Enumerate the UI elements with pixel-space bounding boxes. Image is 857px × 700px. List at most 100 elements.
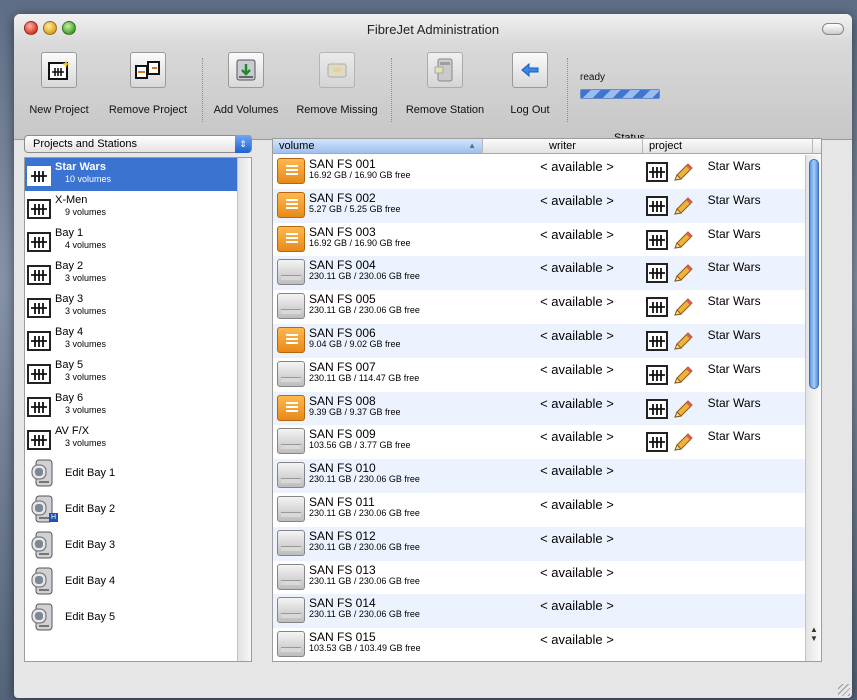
table-row[interactable]: SAN FS 005 230.11 GB / 230.06 GB free < av… bbox=[273, 290, 805, 324]
project-icon bbox=[27, 199, 51, 219]
toolbar-toggle-button[interactable] bbox=[822, 23, 844, 35]
station-list: Edit Bay 1 H Edit Bay 2 Edit Bay 3 Edit Bay … bbox=[25, 455, 251, 635]
pencil-icon[interactable] bbox=[672, 298, 694, 323]
table-row[interactable]: SAN FS 013 230.11 GB / 230.06 GB free < av… bbox=[273, 561, 805, 595]
volume-cell: SAN FS 005 230.11 GB / 230.06 GB free bbox=[273, 290, 512, 324]
sidebar-project-item[interactable]: Bay 23 volumes bbox=[25, 257, 251, 290]
project-cell: Star Wars bbox=[642, 358, 805, 392]
chevron-updown-icon: ⇕ bbox=[235, 135, 251, 153]
resize-grip[interactable] bbox=[838, 684, 850, 696]
project-volume-count: 3 volumes bbox=[65, 372, 107, 382]
disk-volume-icon bbox=[277, 631, 305, 658]
pencil-icon[interactable] bbox=[672, 332, 694, 357]
sort-ascending-icon: ▲ bbox=[468, 141, 476, 150]
table-body: SAN FS 001 16.92 GB / 16.90 GB free < avai… bbox=[273, 155, 805, 661]
table-row[interactable]: SAN FS 007 230.11 GB / 114.47 GB free < av… bbox=[273, 358, 805, 392]
column-header-writer[interactable]: writer bbox=[483, 139, 643, 153]
project-volume-count: 3 volumes bbox=[65, 339, 107, 349]
disk-volume-icon bbox=[277, 597, 305, 624]
column-header-volume[interactable]: volume ▲ bbox=[273, 139, 483, 153]
toolbar: New Project Remove Project Add Volumes R… bbox=[14, 44, 852, 144]
pencil-icon[interactable] bbox=[672, 366, 694, 391]
project-name: X-Men bbox=[55, 194, 88, 206]
table-row[interactable]: SAN FS 001 16.92 GB / 16.90 GB free < avai… bbox=[273, 155, 805, 189]
sidebar-project-item[interactable]: Bay 33 volumes bbox=[25, 290, 251, 323]
table-row[interactable]: SAN FS 014 230.11 GB / 230.06 GB free < av… bbox=[273, 594, 805, 629]
volume-cell: SAN FS 013 230.11 GB / 230.06 GB free bbox=[273, 561, 512, 595]
pencil-icon[interactable] bbox=[672, 163, 694, 188]
sidebar-project-item[interactable]: Bay 43 volumes bbox=[25, 323, 251, 356]
volume-capacity: 230.11 GB / 230.06 GB free bbox=[309, 474, 420, 485]
project-cell: Star Wars bbox=[642, 290, 805, 324]
sidebar-station-item[interactable]: Edit Bay 3 bbox=[25, 527, 251, 563]
sidebar-project-item[interactable]: X-Men 9 volumes bbox=[25, 191, 251, 224]
sidebar-station-item[interactable]: Edit Bay 5 bbox=[25, 599, 251, 635]
table-row[interactable]: SAN FS 006 9.04 GB / 9.02 GB free < availa… bbox=[273, 323, 805, 358]
disk-volume-icon bbox=[277, 293, 305, 320]
remove-project-button[interactable]: Remove Project bbox=[102, 52, 194, 116]
project-volume-count: 9 volumes bbox=[65, 207, 107, 217]
column-header-project[interactable]: project bbox=[643, 139, 813, 153]
table-row[interactable]: SAN FS 004 230.11 GB / 230.06 GB free < av… bbox=[273, 256, 805, 291]
new-project-button[interactable]: New Project bbox=[14, 52, 104, 116]
remove-missing-button[interactable]: Remove Missing bbox=[289, 52, 385, 116]
volume-cell: SAN FS 001 16.92 GB / 16.90 GB free bbox=[273, 155, 512, 189]
project-volume-count: 3 volumes bbox=[65, 306, 107, 316]
pencil-icon[interactable] bbox=[672, 197, 694, 222]
table-row[interactable]: SAN FS 002 5.27 GB / 5.25 GB free < availa… bbox=[273, 188, 805, 223]
sidebar-station-item[interactable]: H Edit Bay 2 bbox=[25, 491, 251, 527]
station-name: Edit Bay 5 bbox=[65, 611, 116, 623]
view-popup[interactable]: Projects and Stations ⇕ bbox=[24, 135, 252, 153]
volume-name: SAN FS 003 bbox=[309, 224, 376, 239]
table-row[interactable]: SAN FS 011 230.11 GB / 230.06 GB free < av… bbox=[273, 493, 805, 527]
remove-station-icon bbox=[427, 52, 463, 88]
pencil-icon[interactable] bbox=[672, 230, 694, 256]
sidebar-scrollbar[interactable] bbox=[237, 158, 251, 661]
add-volumes-button[interactable]: Add Volumes bbox=[207, 52, 285, 116]
project-cell bbox=[642, 459, 805, 493]
sidebar: Projects and Stations ⇕ Star Wars 10 volu… bbox=[24, 135, 252, 662]
table-scrollbar[interactable]: ▲ ▼ bbox=[805, 155, 821, 661]
volume-name: SAN FS 010 bbox=[309, 461, 376, 476]
remove-missing-label: Remove Missing bbox=[296, 104, 378, 116]
row-project-name: Star Wars bbox=[707, 226, 761, 241]
disk-volume-icon bbox=[277, 191, 305, 218]
table-row[interactable]: SAN FS 008 9.39 GB / 9.37 GB free < availa… bbox=[273, 391, 805, 426]
log-out-button[interactable]: Log Out bbox=[500, 52, 560, 116]
volume-name: SAN FS 006 bbox=[309, 325, 376, 340]
project-name: Bay 2 bbox=[55, 260, 84, 272]
volume-name: SAN FS 012 bbox=[309, 528, 376, 543]
scrollbar-thumb[interactable] bbox=[809, 159, 819, 389]
sidebar-station-item[interactable]: Edit Bay 1 bbox=[25, 455, 251, 491]
project-volume-count: 10 volumes bbox=[65, 174, 112, 184]
sidebar-project-item[interactable]: Bay 53 volumes bbox=[25, 356, 251, 389]
scroll-arrows[interactable]: ▲ ▼ bbox=[808, 625, 820, 643]
sidebar-station-item[interactable]: Edit Bay 4 bbox=[25, 563, 251, 599]
sidebar-project-item[interactable]: Bay 14 volumes bbox=[25, 224, 251, 257]
pencil-icon[interactable] bbox=[672, 399, 694, 425]
volume-cell: SAN FS 002 5.27 GB / 5.25 GB free bbox=[273, 189, 512, 223]
writer-cell: < available > bbox=[540, 159, 614, 174]
table-row[interactable]: SAN FS 012 230.11 GB / 230.06 GB free < av… bbox=[273, 526, 805, 561]
sidebar-project-item[interactable]: Star Wars 10 volumes bbox=[25, 158, 251, 191]
disk-volume-icon bbox=[277, 428, 305, 455]
remove-station-label: Remove Station bbox=[405, 104, 485, 116]
disk-volume-icon bbox=[277, 225, 305, 252]
disk-volume-icon bbox=[277, 495, 305, 522]
project-icon bbox=[645, 330, 668, 351]
project-icon bbox=[645, 162, 668, 182]
table-row[interactable]: SAN FS 003 16.92 GB / 16.90 GB free < avai… bbox=[273, 223, 805, 257]
pencil-icon[interactable] bbox=[672, 433, 694, 458]
remove-station-button[interactable]: Remove Station bbox=[396, 52, 494, 116]
project-name: Bay 1 bbox=[55, 227, 84, 239]
table-row[interactable]: SAN FS 010 230.11 GB / 230.06 GB free < av… bbox=[273, 459, 805, 493]
table-row[interactable]: SAN FS 009 103.56 GB / 3.77 GB free < avai… bbox=[273, 425, 805, 459]
sidebar-project-item[interactable]: Bay 63 volumes bbox=[25, 389, 251, 422]
sidebar-project-item[interactable]: AV F/X 3 volumes bbox=[25, 422, 251, 455]
project-cell: Star Wars bbox=[642, 223, 805, 257]
project-cell: Star Wars bbox=[642, 189, 805, 223]
pencil-icon[interactable] bbox=[672, 264, 694, 289]
table-row[interactable]: SAN FS 015 103.53 GB / 103.49 GB free < av… bbox=[273, 628, 805, 661]
project-icon bbox=[27, 232, 51, 252]
project-icon bbox=[645, 229, 668, 250]
